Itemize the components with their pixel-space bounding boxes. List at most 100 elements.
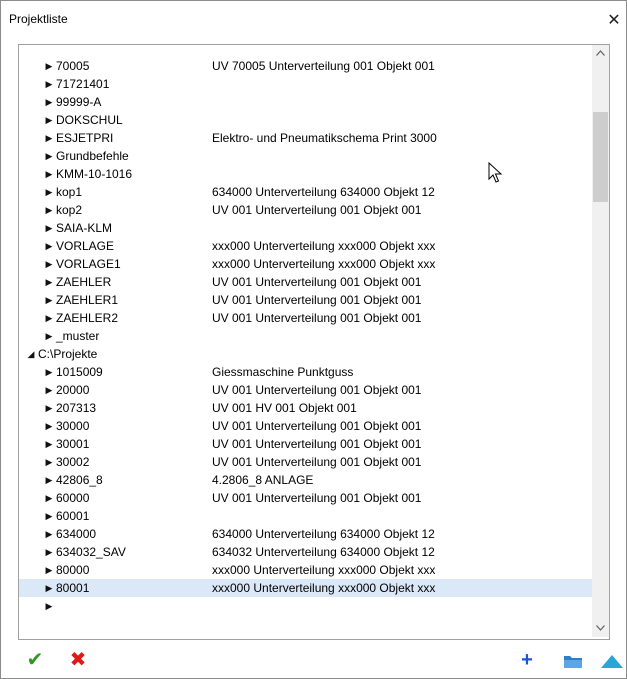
project-description: 4.2806_8 ANLAGE [212,473,314,487]
tree-row[interactable]: ▶ Grundbefehle [19,147,608,165]
tree-row[interactable]: ▶ VORLAGE1 xxx000 Unterverteilung xxx000 O… [19,255,608,273]
tree-row[interactable]: ▶ 60001 [19,507,608,525]
project-description: 634000 Unterverteilung 634000 Objekt 12 [212,527,435,541]
tree-row[interactable]: ▶ 30002 UV 001 Unterverteilung 001 Objekt … [19,453,608,471]
project-name: ZAEHLER1 [56,293,119,307]
expand-arrow-icon[interactable]: ▶ [44,489,54,507]
project-name: 20000 [56,383,90,397]
tree-row[interactable]: ▶ 71721401 [19,75,608,93]
project-name: 634032_SAV [56,545,126,559]
expand-arrow-icon[interactable]: ▶ [44,597,54,615]
expand-arrow-icon[interactable]: ▶ [44,129,54,147]
tree-row[interactable]: ▶ _muster [19,327,608,345]
tree-row[interactable]: ▶ 80000 xxx000 Unterverteilung xxx000 Obje… [19,561,608,579]
tree-row[interactable]: ▶ 634000 634000 Unterverteilung 634000 Obj… [19,525,608,543]
expand-arrow-icon[interactable]: ▶ [44,183,54,201]
project-name: kop1 [56,185,83,199]
expand-arrow-icon[interactable]: ▶ [44,381,54,399]
expand-arrow-icon[interactable]: ▶ [44,237,54,255]
scroll-down-button[interactable] [592,620,609,637]
tree-row[interactable]: ▶ 30000 UV 001 Unterverteilung 001 Objekt … [19,417,608,435]
tree-row[interactable]: ▶ 60000 UV 001 Unterverteilung 001 Objekt … [19,489,608,507]
expanded-arrow-icon[interactable]: ◢ [26,345,36,363]
tree-row[interactable]: ▶ ZAEHLER2 UV 001 Unterverteilung 001 Obje… [19,309,608,327]
project-name: 60000 [56,491,90,505]
move-up-button[interactable] [600,649,623,671]
project-name: 99999-A [56,95,102,109]
tree-row[interactable]: ▶ [19,597,608,615]
project-name: ESJETPRI [56,131,114,145]
expand-arrow-icon[interactable]: ▶ [44,201,54,219]
project-tree[interactable]: ▶ 70005 UV 70005 Unterverteilung 001 Objek… [18,44,610,640]
add-project-button[interactable]: + [516,649,538,671]
project-name: 207313 [56,401,97,415]
expand-arrow-icon[interactable]: ▶ [44,309,54,327]
tree-row[interactable]: ▶ DOKSCHUL [19,111,608,129]
expand-arrow-icon[interactable]: ▶ [44,219,54,237]
expand-arrow-icon[interactable]: ▶ [44,435,54,453]
expand-arrow-icon[interactable]: ▶ [44,453,54,471]
project-name: 634000 [56,527,97,541]
scroll-thumb[interactable] [593,112,608,202]
chevron-down-icon [596,625,605,631]
tree-row[interactable]: ▶ KMM-10-1016 [19,165,608,183]
close-icon[interactable]: ✕ [602,11,626,31]
cancel-button[interactable]: ✖ [67,649,89,671]
vertical-scrollbar[interactable] [592,45,609,637]
expand-arrow-icon[interactable]: ▶ [44,363,54,381]
expand-arrow-icon[interactable]: ▶ [44,165,54,183]
tree-row[interactable]: ▶ 207313 UV 001 HV 001 Objekt 001 [19,399,608,417]
title-bar: Projektliste ✕ [1,1,626,41]
expand-arrow-icon[interactable]: ▶ [44,255,54,273]
tree-row[interactable]: ▶ VORLAGE xxx000 Unterverteilung xxx000 Ob… [19,237,608,255]
expand-arrow-icon[interactable]: ▶ [44,327,54,345]
tree-row[interactable]: ▶ 42806_8 4.2806_8 ANLAGE [19,471,608,489]
expand-arrow-icon[interactable]: ▶ [44,75,54,93]
project-name: 30000 [56,419,90,433]
open-folder-button[interactable] [562,649,584,671]
expand-arrow-icon[interactable]: ▶ [44,579,54,597]
project-name: kop2 [56,203,83,217]
project-description: xxx000 Unterverteilung xxx000 Objekt xxx [212,563,436,577]
expand-arrow-icon[interactable]: ▶ [44,57,54,75]
confirm-button[interactable]: ✔ [24,649,46,671]
project-description: 634000 Unterverteilung 634000 Objekt 12 [212,185,435,199]
tree-row[interactable]: ▶ kop1 634000 Unterverteilung 634000 Objek… [19,183,608,201]
scroll-up-button[interactable] [592,45,609,62]
project-description: xxx000 Unterverteilung xxx000 Objekt xxx [212,581,436,595]
project-description: UV 001 HV 001 Objekt 001 [212,401,357,415]
expand-arrow-icon[interactable]: ▶ [44,471,54,489]
project-name: 80000 [56,563,90,577]
tree-row[interactable]: ▶ ESJETPRI Elektro- und Pneumatikschema Pr… [19,129,608,147]
project-name: Grundbefehle [56,149,129,163]
expand-arrow-icon[interactable]: ▶ [44,561,54,579]
expand-arrow-icon[interactable]: ▶ [44,525,54,543]
project-description: Giessmaschine Punktguss [212,365,354,379]
tree-row[interactable]: ▶ 80001 xxx000 Unterverteilung xxx000 Obje… [19,579,608,597]
expand-arrow-icon[interactable]: ▶ [44,93,54,111]
expand-arrow-icon[interactable]: ▶ [44,273,54,291]
tree-row[interactable]: ▶ 30001 UV 001 Unterverteilung 001 Objekt … [19,435,608,453]
tree-row[interactable]: ▶ 1015009 Giessmaschine Punktguss [19,363,608,381]
expand-arrow-icon[interactable]: ▶ [44,417,54,435]
tree-row[interactable]: ▶ 20000 UV 001 Unterverteilung 001 Objekt … [19,381,608,399]
expand-arrow-icon[interactable]: ▶ [44,507,54,525]
tree-row[interactable]: ▶ kop2 UV 001 Unterverteilung 001 Objekt 0… [19,201,608,219]
tree-row[interactable]: ▶ 70005 UV 70005 Unterverteilung 001 Objek… [19,57,608,75]
tree-row[interactable]: ▶ ZAEHLER UV 001 Unterverteilung 001 Objek… [19,273,608,291]
expand-arrow-icon[interactable]: ▶ [44,291,54,309]
project-name: VORLAGE [56,239,115,253]
expand-arrow-icon[interactable]: ▶ [44,147,54,165]
project-name: 42806_8 [56,473,103,487]
tree-row[interactable]: ▶ 634032_SAV 634032 Unterverteilung 634000… [19,543,608,561]
tree-row[interactable]: ▶ 99999-A [19,93,608,111]
expand-arrow-icon[interactable]: ▶ [44,399,54,417]
tree-row[interactable]: ▶ SAIA-KLM [19,219,608,237]
project-description: UV 001 Unterverteilung 001 Objekt 001 [212,275,422,289]
tree-root-node[interactable]: ◢ C:\Projekte [19,345,608,363]
project-list-dialog: Projektliste ✕ ▶ 70005 UV 70005 Unterverte… [0,0,627,679]
project-description: 634032 Unterverteilung 634000 Objekt 12 [212,545,435,559]
expand-arrow-icon[interactable]: ▶ [44,111,54,129]
expand-arrow-icon[interactable]: ▶ [44,543,54,561]
tree-row[interactable]: ▶ ZAEHLER1 UV 001 Unterverteilung 001 Obje… [19,291,608,309]
